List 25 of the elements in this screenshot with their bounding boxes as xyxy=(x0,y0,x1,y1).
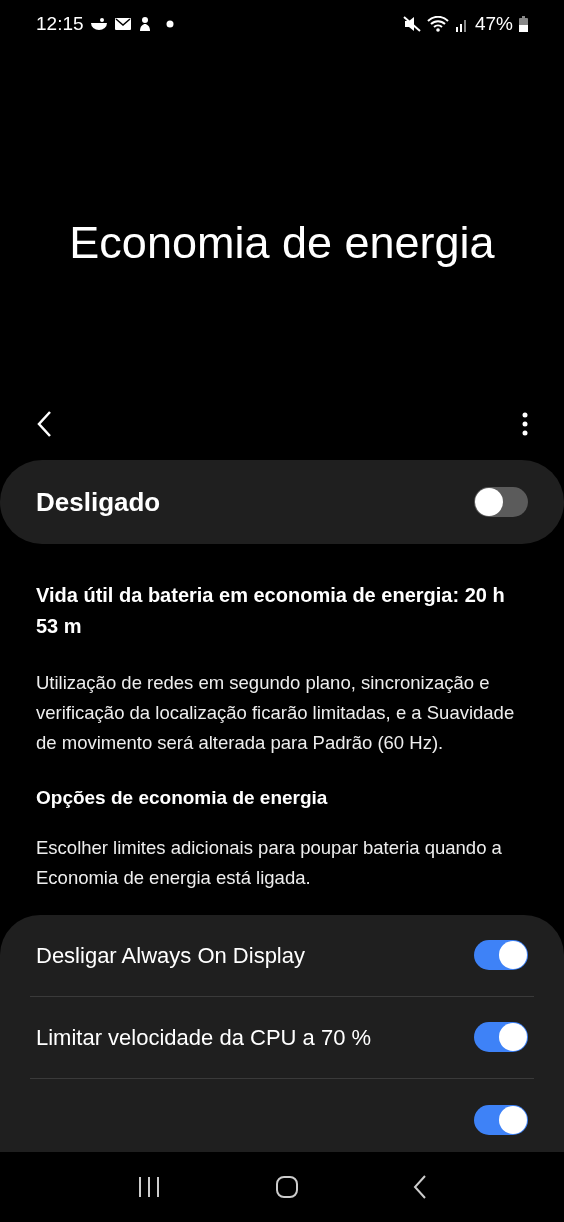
mail-icon xyxy=(113,17,132,31)
recent-apps-icon[interactable] xyxy=(137,1176,161,1198)
battery-life-text: Vida útil da bateria em economia de energia: 20 h 53 m xyxy=(36,583,506,639)
battery-icon xyxy=(519,16,528,32)
toggle-switch[interactable] xyxy=(474,940,528,970)
toggle-switch[interactable] xyxy=(474,1022,528,1052)
notification-icon xyxy=(137,16,152,32)
page-title: Economia de energia xyxy=(69,216,495,271)
clock-time: 12:15 xyxy=(36,11,84,36)
master-switch-bar[interactable]: Desligado xyxy=(0,460,564,544)
back-icon[interactable] xyxy=(413,1175,427,1199)
dot-icon xyxy=(165,20,174,28)
option-label: Desligar Always On Display xyxy=(36,941,305,970)
toggle-switch[interactable] xyxy=(474,487,528,517)
toggle-switch[interactable] xyxy=(474,1104,528,1135)
home-icon[interactable] xyxy=(275,1175,299,1199)
wifi-icon xyxy=(426,16,449,32)
more-options-icon[interactable] xyxy=(522,412,528,436)
options-heading: Opções de economia de energia xyxy=(36,786,329,810)
mute-icon xyxy=(402,16,421,32)
description-text: Utilização de redes em segundo plano, sincronização e verificação da localização ficarão limitadas, e a Suavidade de movimento será alterada para Padrão (60 Hz). xyxy=(36,671,516,755)
option-label: Limitar velocidade da CPU a 70 % xyxy=(36,1023,372,1052)
options-description: Escolher limites adicionais para poupar bateria quando a Economia de energia está ligada. xyxy=(36,835,503,890)
notification-icon xyxy=(89,17,108,31)
battery-percentage: 47% xyxy=(474,11,513,36)
